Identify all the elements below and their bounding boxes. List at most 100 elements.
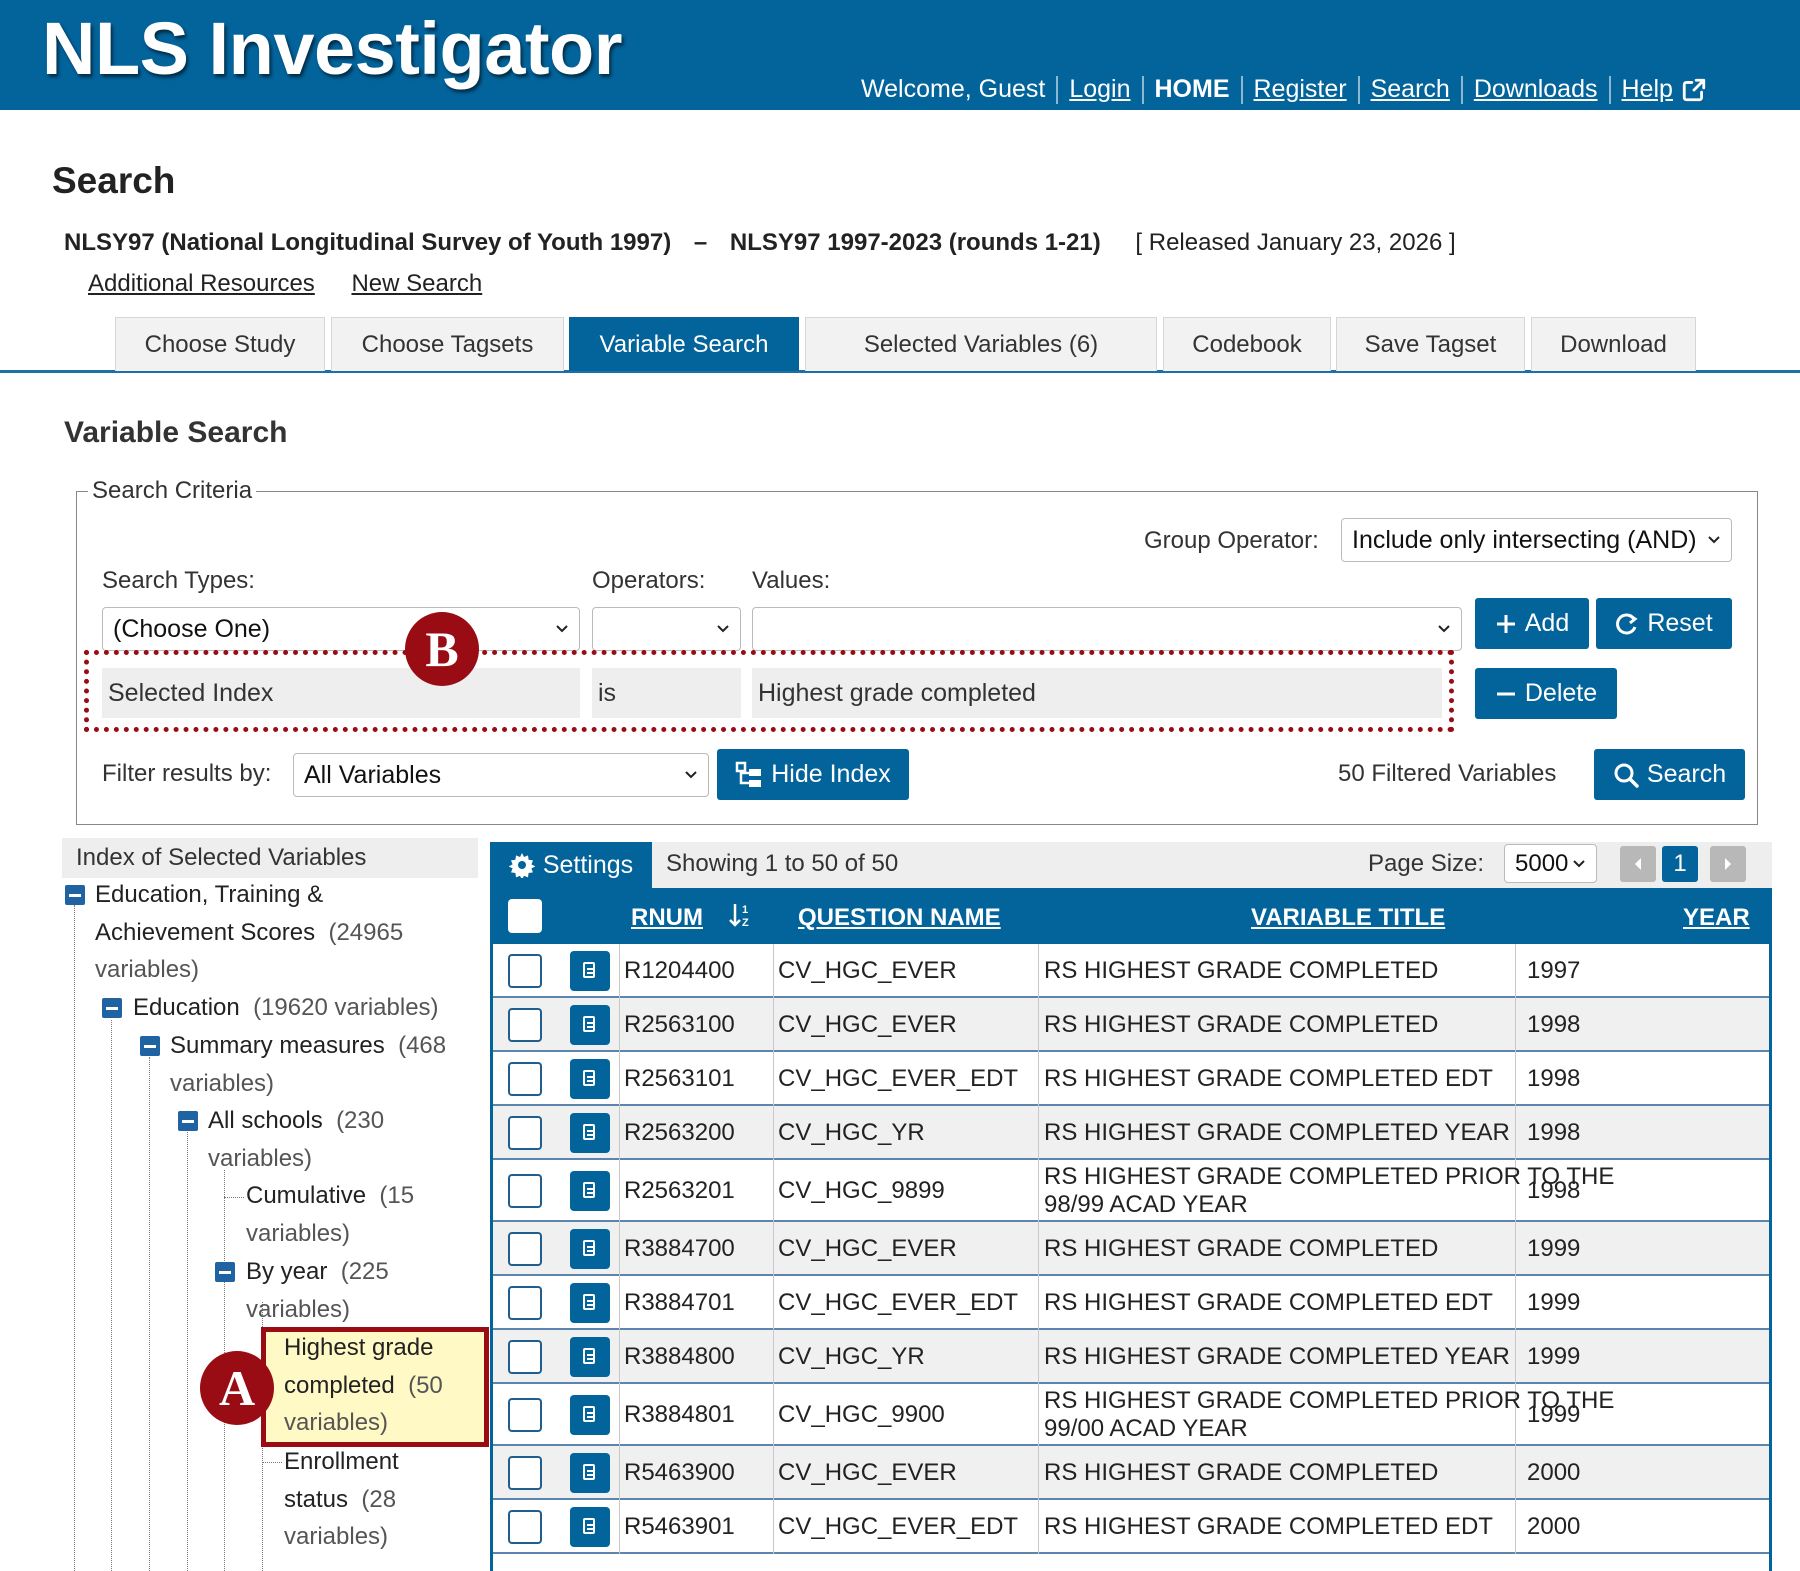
codebook-icon[interactable]	[570, 1113, 610, 1153]
search-link[interactable]: Search	[1371, 75, 1450, 104]
table-row[interactable]: R2563201 CV_HGC_9899 RS HIGHEST GRADE COMP…	[490, 1160, 1772, 1222]
tab-codebook[interactable]: Codebook	[1163, 317, 1331, 371]
cell-variable-title: RS HIGHEST GRADE COMPLETED YEAR	[1044, 1119, 1510, 1147]
hide-index-label: Hide Index	[771, 760, 891, 788]
table-row[interactable]: R3884801 CV_HGC_9900 RS HIGHEST GRADE COMP…	[490, 1384, 1772, 1446]
codebook-icon[interactable]	[570, 1453, 610, 1493]
settings-button[interactable]: Settings	[490, 842, 652, 888]
tab-save-tagset[interactable]: Save Tagset	[1336, 317, 1525, 371]
table-row[interactable]: R2563100 CV_HGC_EVER RS HIGHEST GRADE COMP…	[490, 998, 1772, 1052]
current-page-button[interactable]: 1	[1662, 846, 1698, 882]
table-row[interactable]: R3884700 CV_HGC_EVER RS HIGHEST GRADE COMP…	[490, 1222, 1772, 1276]
tree-node-education-training[interactable]: Education, Training & Achievement Scores …	[95, 876, 425, 989]
downloads-link[interactable]: Downloads	[1474, 75, 1598, 104]
row-checkbox[interactable]	[508, 1510, 542, 1544]
additional-resources-link[interactable]: Additional Resources	[88, 270, 315, 297]
tab-variable-search[interactable]: Variable Search	[569, 317, 799, 371]
next-page-button[interactable]	[1710, 846, 1746, 882]
codebook-icon[interactable]	[570, 951, 610, 991]
add-button[interactable]: Add	[1475, 598, 1589, 649]
row-checkbox[interactable]	[508, 954, 542, 988]
search-type-select[interactable]: (Choose One)	[102, 607, 580, 651]
table-row[interactable]: R3884701 CV_HGC_EVER_EDT RS HIGHEST GRADE …	[490, 1276, 1772, 1330]
tree-node-enrollment-status[interactable]: Enrollment status (28 variables)	[284, 1443, 484, 1556]
table-row[interactable]: R5463901 CV_HGC_EVER_EDT RS HIGHEST GRADE …	[490, 1500, 1772, 1554]
login-link[interactable]: Login	[1069, 75, 1130, 104]
row-checkbox[interactable]	[508, 1340, 542, 1374]
row-checkbox[interactable]	[508, 1008, 542, 1042]
row-checkbox[interactable]	[508, 1174, 542, 1208]
search-button[interactable]: Search	[1594, 749, 1745, 800]
column-divider	[1515, 1330, 1516, 1384]
study-dash: –	[693, 229, 708, 256]
cell-rnum: R1204400	[624, 957, 735, 984]
group-operator-label: Group Operator:	[1144, 527, 1319, 554]
column-variable-title[interactable]: VARIABLE TITLE	[1251, 904, 1445, 932]
tree-node-by-year[interactable]: By year (225 variables)	[246, 1253, 466, 1328]
collapse-toggle-icon[interactable]	[102, 998, 122, 1018]
tree-node-education[interactable]: Education (19620 variables)	[133, 989, 493, 1027]
new-search-link[interactable]: New Search	[351, 270, 482, 297]
tab-selected-variables[interactable]: Selected Variables (6)	[805, 317, 1157, 371]
row-checkbox[interactable]	[508, 1456, 542, 1490]
column-question-name[interactable]: QUESTION NAME	[798, 904, 1001, 932]
group-operator-select[interactable]: Include only intersecting (AND)	[1341, 518, 1732, 562]
collapse-toggle-icon[interactable]	[178, 1111, 198, 1131]
sort-icon[interactable]: 1Z	[727, 901, 755, 929]
cell-year: 2000	[1527, 1513, 1581, 1540]
tree-node-all-schools[interactable]: All schools (230 variables)	[208, 1102, 468, 1177]
help-link[interactable]: Help	[1622, 75, 1673, 104]
table-row[interactable]: R1204400 CV_HGC_EVER RS HIGHEST GRADE COMP…	[490, 944, 1772, 998]
page-size-value: 5000	[1515, 849, 1569, 877]
tab-bar: Choose Study Choose Tagsets Variable Sea…	[0, 317, 1800, 373]
column-divider	[1038, 1276, 1039, 1330]
codebook-icon[interactable]	[570, 1005, 610, 1045]
variable-title-line: RS HIGHEST GRADE COMPLETED EDT	[1044, 1065, 1493, 1092]
codebook-icon[interactable]	[570, 1059, 610, 1099]
codebook-icon[interactable]	[570, 1229, 610, 1269]
cell-question-name: CV_HGC_EVER	[778, 1459, 957, 1486]
register-link[interactable]: Register	[1254, 75, 1347, 104]
collapse-toggle-icon[interactable]	[215, 1262, 235, 1282]
tree-node-highest-grade[interactable]: Highest grade completed (50 variables)	[284, 1329, 484, 1442]
tab-download[interactable]: Download	[1531, 317, 1696, 371]
column-year[interactable]: YEAR	[1683, 904, 1750, 932]
select-all-checkbox[interactable]	[508, 899, 542, 933]
home-link[interactable]: HOME	[1155, 75, 1230, 104]
codebook-icon[interactable]	[570, 1171, 610, 1211]
column-divider	[619, 1276, 620, 1330]
operator-select[interactable]	[592, 607, 741, 651]
table-row[interactable]: R2563101 CV_HGC_EVER_EDT RS HIGHEST GRADE …	[490, 1052, 1772, 1106]
tab-choose-tagsets[interactable]: Choose Tagsets	[331, 317, 564, 371]
table-row[interactable]: R2563200 CV_HGC_YR RS HIGHEST GRADE COMPLE…	[490, 1106, 1772, 1160]
codebook-icon[interactable]	[570, 1507, 610, 1547]
row-checkbox[interactable]	[508, 1062, 542, 1096]
reset-button[interactable]: Reset	[1596, 598, 1732, 649]
table-row[interactable]: R5463900 CV_HGC_EVER RS HIGHEST GRADE COMP…	[490, 1446, 1772, 1500]
column-divider	[773, 1500, 774, 1554]
row-checkbox[interactable]	[508, 1286, 542, 1320]
codebook-icon[interactable]	[570, 1283, 610, 1323]
filter-select[interactable]: All Variables	[293, 753, 709, 797]
table-row[interactable]: R3884800 CV_HGC_YR RS HIGHEST GRADE COMPLE…	[490, 1330, 1772, 1384]
codebook-icon[interactable]	[570, 1337, 610, 1377]
column-rnum[interactable]: RNUM	[631, 904, 703, 932]
codebook-icon[interactable]	[570, 1395, 610, 1435]
page-title: Search	[52, 160, 176, 201]
tree-node-cumulative[interactable]: Cumulative (15 variables)	[246, 1177, 466, 1252]
tree-node-summary-measures[interactable]: Summary measures (468 variables)	[170, 1027, 470, 1102]
row-checkbox[interactable]	[508, 1232, 542, 1266]
delete-button[interactable]: Delete	[1475, 668, 1617, 719]
hide-index-button[interactable]: Hide Index	[717, 749, 909, 800]
collapse-toggle-icon[interactable]	[65, 885, 85, 905]
column-divider	[1038, 1052, 1039, 1106]
plus-icon	[1496, 614, 1515, 633]
variable-title-line: RS HIGHEST GRADE COMPLETED	[1044, 1235, 1439, 1262]
page-size-select[interactable]: 5000	[1504, 844, 1597, 883]
row-checkbox[interactable]	[508, 1116, 542, 1150]
collapse-toggle-icon[interactable]	[140, 1036, 160, 1056]
prev-page-button[interactable]	[1620, 846, 1656, 882]
tab-choose-study[interactable]: Choose Study	[115, 317, 325, 371]
row-checkbox[interactable]	[508, 1398, 542, 1432]
value-select[interactable]	[752, 607, 1462, 651]
